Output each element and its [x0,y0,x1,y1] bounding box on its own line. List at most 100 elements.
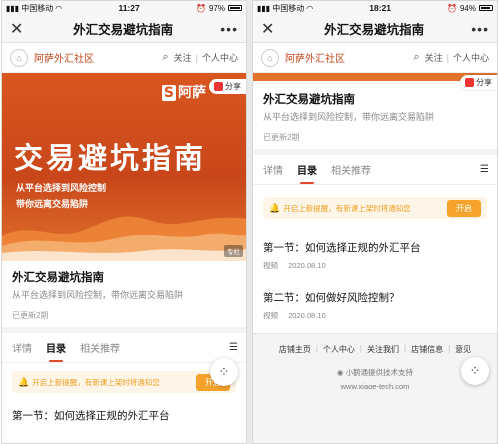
lesson-item[interactable]: 第一节：如何选择正规的外汇平台 视频 2020.08.10 [253,233,497,277]
share-label: 分享 [476,78,492,87]
alarm-icon: ⏰ [447,3,457,13]
reminder-text: 开启上新提醒，有新课上架时将通知您 [283,203,411,213]
course-tabs: 详情 目录 相关推荐 ☰ [2,333,246,363]
personal-center-link[interactable]: 个人中心 [453,51,489,64]
lesson-title: 第一节：如何选择正规的外汇平台 [12,410,170,422]
page-title: 外汇交易避坑指南 [324,23,425,37]
bell-icon: 🔔 [269,202,281,213]
footer-link-shop-home[interactable]: 店铺主页 [274,344,316,355]
brand-logo: S 阿萨 [161,85,206,101]
battery-icon [228,5,242,11]
more-options-icon[interactable]: ••• [471,21,489,37]
course-title: 外汇交易避坑指南 [263,94,355,106]
lesson-type: 视频 [263,311,278,320]
carrier-label: 中国移动 [272,3,305,13]
lesson-title: 第二节：如何做好风险控制？ [263,292,400,304]
tab-related[interactable]: 相关推荐 [80,340,120,355]
status-bar: ▮▮▮ 中国移动 ◠ 18:21 ⏰ 94% [253,1,497,15]
course-updated: 已更新2期 [12,311,49,320]
battery-percent: 97% [208,3,225,13]
course-updated: 已更新2期 [263,133,300,142]
carrier-label: 中国移动 [21,3,54,13]
lesson-item[interactable]: 第一节：如何选择正规的外汇平台 [2,401,246,429]
tab-related[interactable]: 相关推荐 [331,162,371,177]
course-banner: S 阿萨 分享 交易避坑指南 从平台选择到风险控制 带你远离交易陷阱 专栏 [2,73,246,261]
divider: | [446,52,449,63]
grid-icon: ⁘ [469,363,481,378]
lesson-type: 视频 [263,261,278,270]
close-icon[interactable]: ✕ [10,19,26,39]
status-time: 18:21 [369,3,391,13]
alarm-icon: ⏰ [196,3,206,13]
share-button[interactable]: 分享 [209,79,246,94]
search-icon[interactable]: ⌕ [413,51,419,64]
close-icon[interactable]: ✕ [261,19,277,39]
share-button[interactable]: 分享 [460,75,497,90]
battery-percent: 94% [459,3,476,13]
search-icon[interactable]: ⌕ [162,51,168,64]
left-phone-screen: ▮▮▮ 中国移动 ◠ 11:27 ⏰ 97% ✕ 外汇交易避坑指南 ••• ⌂ … [1,0,247,444]
list-sort-icon[interactable]: ☰ [229,342,238,353]
tab-catalog[interactable]: 目录 [297,162,317,184]
right-phone-screen: ▮▮▮ 中国移动 ◠ 18:21 ⏰ 94% ✕ 外汇交易避坑指南 ••• ⌂ … [252,0,498,444]
title-bar: ✕ 外汇交易避坑指南 ••• [2,15,246,43]
status-bar: ▮▮▮ 中国移动 ◠ 11:27 ⏰ 97% [2,1,246,15]
community-header: ⌂ 阿萨外汇社区 ⌕ 关注 | 个人中心 [2,43,246,73]
share-label: 分享 [225,82,241,91]
tab-details[interactable]: 详情 [12,340,32,355]
more-options-icon[interactable]: ••• [220,21,238,37]
lesson-date: 2020.08.10 [288,311,326,320]
xiaoe-logo-icon: ◉ [336,368,346,377]
update-reminder: 🔔 开启上新提醒，有新课上架时将通知您 开启 [263,197,487,219]
community-name[interactable]: 阿萨外汇社区 [285,50,413,65]
footer-link-follow[interactable]: 关注我们 [362,344,404,355]
signal-icon: ▮▮▮ [257,3,271,13]
course-description: 从平台选择到风险控制，带你远离交易陷阱 [12,290,184,300]
floating-menu-button[interactable]: ⁘ [461,357,489,385]
lesson-title: 第一节：如何选择正规的外汇平台 [263,242,421,254]
lesson-meta: 视频 2020.08.10 [263,260,487,271]
share-icon [214,82,223,91]
shop-footer: 店铺主页 | 个人中心 | 关注我们 | 店铺信息 | 意见 ◉ 小鹅通提供技术… [253,333,497,443]
grid-icon: ⁘ [218,364,230,379]
floating-menu-button[interactable]: ⁘ [210,358,238,386]
banner-edge: 分享 [253,73,497,90]
update-reminder: 🔔 开启上新提醒，有新课上架时将通知您 开启 [12,371,236,393]
status-time: 11:27 [118,3,140,13]
lesson-date: 2020.08.10 [288,261,326,270]
home-icon[interactable]: ⌂ [261,48,279,67]
tab-catalog[interactable]: 目录 [46,340,66,362]
course-info: 外汇交易避坑指南 从平台选择到风险控制，带你远离交易陷阱 已更新2期 [2,261,246,333]
community-name[interactable]: 阿萨外汇社区 [34,50,162,65]
community-header: ⌂ 阿萨外汇社区 ⌕ 关注 | 个人中心 [253,43,497,73]
footer-links: 店铺主页 | 个人中心 | 关注我们 | 店铺信息 | 意见 [253,344,497,355]
lesson-item[interactable]: 第二节：如何做好风险控制？ 视频 2020.08.10 [253,277,497,327]
wifi-icon: ◠ [55,3,63,13]
course-tabs: 详情 目录 相关推荐 ☰ [253,155,497,185]
site-url: www.xiaoe-tech.com [340,382,410,391]
course-info: 外汇交易避坑指南 从平台选择到风险控制，带你远离交易陷阱 已更新2期 [253,81,497,155]
footer-link-feedback[interactable]: 意见 [450,344,476,355]
course-description: 从平台选择到风险控制，带你远离交易陷阱 [263,112,435,122]
divider: | [195,52,198,63]
reminder-text: 开启上新提醒，有新课上架时将通知您 [32,377,160,387]
tab-details[interactable]: 详情 [263,162,283,177]
battery-icon [479,5,493,11]
lesson-meta: 视频 2020.08.10 [263,310,487,321]
follow-link[interactable]: 关注 [174,51,192,64]
page-title: 外汇交易避坑指南 [73,23,174,37]
course-title: 外汇交易避坑指南 [12,272,104,284]
signal-icon: ▮▮▮ [6,3,20,13]
enable-reminder-button[interactable]: 开启 [447,199,481,217]
personal-center-link[interactable]: 个人中心 [202,51,238,64]
footer-link-shop-info[interactable]: 店铺信息 [406,344,448,355]
list-sort-icon[interactable]: ☰ [480,164,489,175]
home-icon[interactable]: ⌂ [10,48,28,67]
banner-wave-graphic [2,216,246,261]
wifi-icon: ◠ [306,3,314,13]
follow-link[interactable]: 关注 [425,51,443,64]
column-tag: 专栏 [224,245,243,257]
footer-link-personal[interactable]: 个人中心 [318,344,360,355]
share-icon [465,78,474,87]
bell-icon: 🔔 [18,376,30,387]
